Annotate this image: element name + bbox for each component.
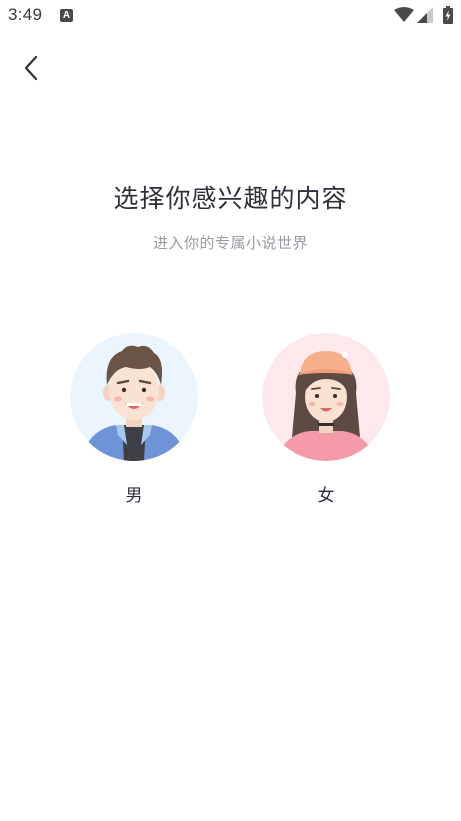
page-title: 选择你感兴趣的内容 — [113, 184, 348, 213]
back-button[interactable] — [16, 52, 48, 84]
screen: 3:49 A 选择你感兴趣的内容 进入你的专属小说世界 男 女 — [0, 0, 461, 821]
female-avatar[interactable] — [262, 333, 390, 461]
status-bar: 3:49 A — [0, 0, 461, 32]
gender-label-male: 男 — [125, 486, 143, 506]
notification-app-letter: A — [62, 10, 71, 21]
female-avatar-illustration — [262, 333, 390, 461]
chevron-left-icon — [24, 55, 38, 81]
wifi-icon — [394, 7, 414, 22]
gender-label-female: 女 — [317, 486, 335, 506]
page-subtitle: 进入你的专属小说世界 — [152, 234, 308, 252]
gender-option-female[interactable]: 女 — [262, 333, 390, 506]
male-avatar-illustration — [70, 333, 198, 461]
gender-option-male[interactable]: 男 — [70, 333, 198, 506]
battery-charging-icon — [443, 6, 453, 24]
status-time: 3:49 — [8, 5, 43, 24]
male-avatar[interactable] — [70, 333, 198, 461]
cell-signal-icon — [417, 7, 433, 23]
notification-app-icon: A — [60, 9, 73, 22]
